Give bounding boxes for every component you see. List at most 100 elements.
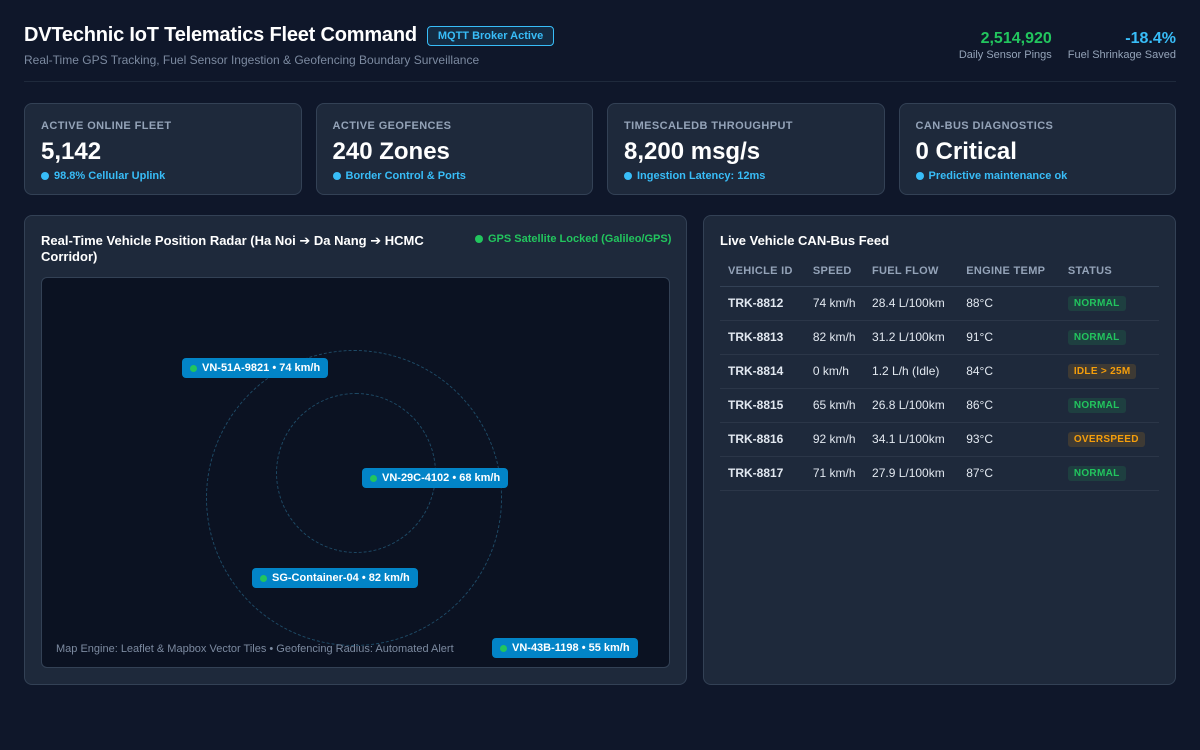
cell-engine-temp: 93°C: [958, 422, 1060, 457]
status-badge: OVERSPEED: [1067, 432, 1145, 447]
vehicle-online-dot-icon: [370, 474, 377, 482]
cell-speed: 71 km/h: [804, 456, 865, 491]
kpi-subtext: Ingestion Latency: 12ms: [624, 170, 868, 182]
status-badge: IDLE > 25M: [1067, 364, 1137, 379]
table-row[interactable]: TRK-8812 74 km/h 28.4 L/100km 88°C NORMA…: [720, 286, 1159, 321]
cell-engine-temp: 84°C: [958, 354, 1060, 389]
column-header-status: STATUS: [1059, 256, 1159, 287]
header-stat-sensor-pings: 2,514,920 Daily Sensor Pings: [959, 30, 1052, 61]
header-stat-fuel-saved: -18.4% Fuel Shrinkage Saved: [1068, 30, 1176, 61]
vehicle-marker[interactable]: VN-29C-4102 • 68 km/h: [362, 468, 509, 488]
vehicle-marker-label: VN-43B-1198 • 55 km/h: [512, 642, 630, 654]
kpi-value: 0 Critical: [915, 138, 1017, 165]
status-dot-icon: [915, 172, 924, 180]
header-stat-label: Fuel Shrinkage Saved: [1067, 49, 1176, 61]
kpi-subtext-label: 98.8% Cellular Uplink: [54, 170, 166, 182]
column-header-engine-temp: ENGINE TEMP: [958, 256, 1060, 287]
vehicle-marker[interactable]: VN-43B-1198 • 55 km/h: [492, 638, 638, 658]
header-stats: 2,514,920 Daily Sensor Pings -18.4% Fuel…: [959, 30, 1176, 61]
kpi-value: 8,200 msg/s: [624, 138, 761, 165]
feed-title: Live Vehicle CAN-Bus Feed: [720, 233, 890, 248]
cell-speed: 0 km/h: [804, 354, 865, 389]
cell-status: OVERSPEED: [1059, 422, 1159, 457]
table-row[interactable]: TRK-8815 65 km/h 26.8 L/100km 86°C NORMA…: [720, 388, 1159, 423]
radar-title: Real-Time Vehicle Position Radar (Ha Noi…: [41, 233, 424, 264]
cell-engine-temp: 87°C: [958, 456, 1060, 491]
canbus-feed-table: VEHICLE ID SPEED FUEL FLOW ENGINE TEMP S…: [720, 256, 1159, 491]
kpi-card-active-fleet: ACTIVE ONLINE FLEET 5,142 98.8% Cellular…: [24, 103, 302, 195]
table-row[interactable]: TRK-8817 71 km/h 27.9 L/100km 87°C NORMA…: [720, 456, 1159, 491]
status-badge: NORMAL: [1067, 466, 1126, 481]
cell-fuel-flow: 26.8 L/100km: [864, 388, 959, 423]
column-header-vehicle-id: VEHICLE ID: [720, 256, 805, 287]
vehicle-marker-label: SG-Container-04 • 82 km/h: [272, 572, 410, 584]
header-stat-value: -18.4%: [1125, 30, 1176, 47]
cell-vehicle-id: TRK-8813: [720, 320, 805, 355]
cell-engine-temp: 86°C: [958, 388, 1060, 423]
mqtt-status-badge: MQTT Broker Active: [426, 25, 555, 46]
cell-speed: 82 km/h: [804, 320, 865, 355]
kpi-value: 240 Zones: [332, 138, 450, 165]
status-badge: NORMAL: [1067, 398, 1126, 413]
status-dot-icon: [41, 172, 49, 180]
kpi-subtext-label: Predictive maintenance ok: [928, 170, 1068, 182]
vehicle-online-dot-icon: [190, 364, 197, 372]
vehicle-online-dot-icon: [260, 574, 267, 582]
cell-fuel-flow: 27.9 L/100km: [864, 456, 959, 491]
cell-status: NORMAL: [1059, 320, 1159, 355]
gps-status: GPS Satellite Locked (Galileo/GPS): [475, 232, 675, 246]
kpi-subtext: Predictive maintenance ok: [915, 170, 1160, 182]
table-row[interactable]: TRK-8816 92 km/h 34.1 L/100km 93°C OVERS…: [720, 422, 1159, 457]
vehicle-online-dot-icon: [500, 644, 507, 652]
header-stat-value: 2,514,920: [980, 30, 1052, 47]
vehicle-marker-label: VN-29C-4102 • 68 km/h: [382, 472, 501, 484]
cell-vehicle-id: TRK-8814: [720, 354, 805, 389]
cell-vehicle-id: TRK-8816: [720, 422, 805, 457]
cell-speed: 74 km/h: [804, 286, 865, 321]
vehicle-marker[interactable]: VN-51A-9821 • 74 km/h: [182, 358, 329, 378]
kpi-card-geofences: ACTIVE GEOFENCES 240 Zones Border Contro…: [315, 103, 593, 195]
kpi-subtext: 98.8% Cellular Uplink: [41, 170, 285, 182]
vehicle-marker-label: VN-51A-9821 • 74 km/h: [202, 362, 321, 374]
cell-fuel-flow: 34.1 L/100km: [864, 422, 959, 457]
radar-map[interactable]: VN-51A-9821 • 74 km/h VN-29C-4102 • 68 k…: [41, 277, 670, 668]
table-row[interactable]: TRK-8814 0 km/h 1.2 L/h (Idle) 84°C IDLE…: [720, 354, 1159, 389]
cell-speed: 65 km/h: [804, 388, 865, 423]
kpi-label: TIMESCALEDB THROUGHPUT: [624, 120, 793, 132]
cell-engine-temp: 91°C: [958, 320, 1060, 355]
vehicle-marker[interactable]: SG-Container-04 • 82 km/h: [252, 568, 418, 588]
column-header-fuel-flow: FUEL FLOW: [864, 256, 959, 287]
app-title: DVTechnic IoT Telematics Fleet Command: [24, 24, 417, 46]
cell-vehicle-id: TRK-8812: [720, 286, 805, 321]
cell-fuel-flow: 1.2 L/h (Idle): [864, 354, 959, 389]
kpi-row: ACTIVE ONLINE FLEET 5,142 98.8% Cellular…: [24, 103, 1176, 195]
status-badge: NORMAL: [1067, 330, 1126, 345]
table-header-row: VEHICLE ID SPEED FUEL FLOW ENGINE TEMP S…: [720, 256, 1159, 287]
kpi-card-canbus: CAN-BUS DIAGNOSTICS 0 Critical Predictiv…: [898, 103, 1176, 195]
canbus-feed-panel: Live Vehicle CAN-Bus Feed VEHICLE ID SPE…: [703, 215, 1176, 685]
cell-speed: 92 km/h: [804, 422, 865, 457]
kpi-value: 5,142: [41, 138, 102, 165]
kpi-subtext: Border Control & Ports: [332, 170, 577, 182]
cell-status: NORMAL: [1059, 456, 1159, 491]
cell-fuel-flow: 28.4 L/100km: [864, 286, 959, 321]
kpi-label: ACTIVE ONLINE FLEET: [41, 120, 172, 132]
header-stat-label: Daily Sensor Pings: [958, 49, 1052, 61]
gps-status-dot-icon: [475, 235, 483, 243]
cell-status: NORMAL: [1059, 388, 1159, 423]
table-row[interactable]: TRK-8813 82 km/h 31.2 L/100km 91°C NORMA…: [720, 320, 1159, 355]
status-dot-icon: [332, 172, 341, 180]
kpi-subtext-label: Border Control & Ports: [345, 170, 466, 182]
status-dot-icon: [624, 172, 632, 180]
cell-status: NORMAL: [1059, 286, 1159, 321]
kpi-card-throughput: TIMESCALEDB THROUGHPUT 8,200 msg/s Inges…: [607, 103, 885, 195]
cell-fuel-flow: 31.2 L/100km: [864, 320, 959, 355]
map-engine-footer: Map Engine: Leaflet & Mapbox Vector Tile…: [56, 643, 454, 655]
kpi-label: CAN-BUS DIAGNOSTICS: [915, 120, 1054, 132]
cell-vehicle-id: TRK-8817: [720, 456, 805, 491]
cell-vehicle-id: TRK-8815: [720, 388, 805, 423]
vehicle-radar-panel: Real-Time Vehicle Position Radar (Ha Noi…: [24, 215, 687, 685]
page-header: DVTechnic IoT Telematics Fleet Command M…: [24, 24, 1176, 82]
column-header-speed: SPEED: [804, 256, 865, 287]
kpi-label: ACTIVE GEOFENCES: [332, 120, 452, 132]
